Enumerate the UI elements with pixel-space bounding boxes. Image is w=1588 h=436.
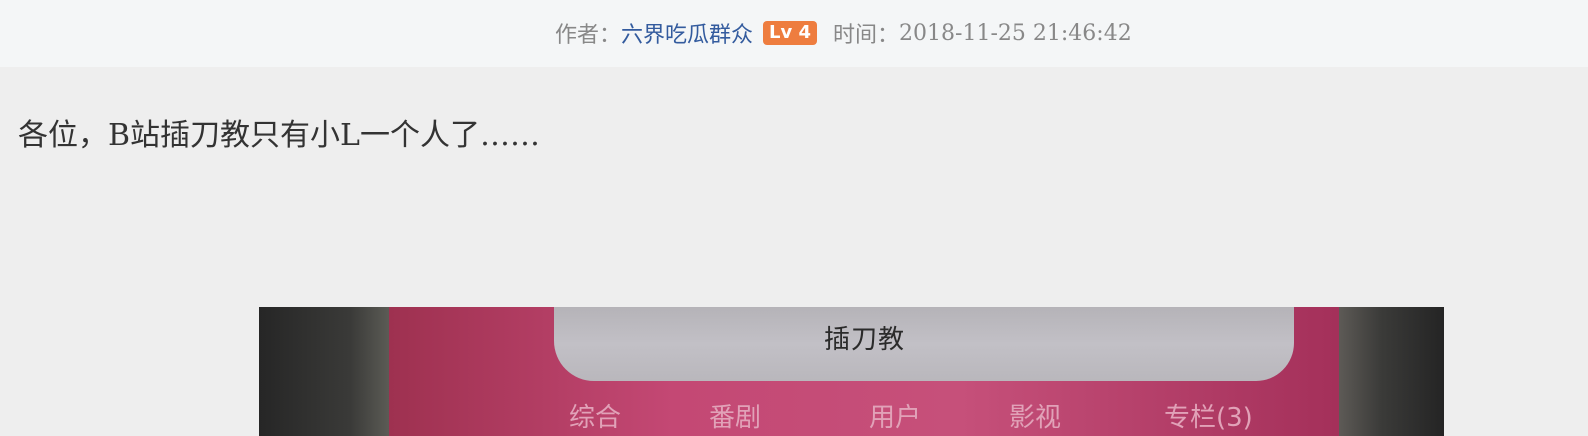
photo-tab-2: 番剧 [709, 403, 762, 433]
post-meta-bar: 作者： 六界吃瓜群众 Lv 4 时间： 2018-11-25 21:46:42 [0, 0, 1588, 67]
post-meta: 作者： 六界吃瓜群众 Lv 4 时间： 2018-11-25 21:46:42 [555, 17, 1132, 49]
search-bar: 插刀教 [554, 307, 1294, 381]
search-query-text: 插刀教 [824, 325, 906, 355]
photo-tab-4: 影视 [1009, 403, 1062, 433]
author-name-link[interactable]: 六界吃瓜群众 [621, 17, 753, 49]
level-badge: Lv 4 [763, 21, 818, 45]
phone-bezel-right [1339, 307, 1444, 436]
photo-tab-3: 用户 [869, 403, 922, 433]
post-title: 各位，B站插刀教只有小L一个人了…… [18, 118, 540, 153]
phone-bezel-left [259, 307, 389, 436]
author-label: 作者： [555, 23, 622, 48]
post-timestamp: 2018-11-25 21:46:42 [899, 20, 1132, 46]
post-image[interactable]: 取消 插刀教 综合 番剧 用户 影视 专栏(3) [259, 307, 1444, 436]
photo-tab-5: 专栏(3) [1164, 403, 1253, 433]
time-label: 时间： [833, 23, 900, 48]
photo-tab-1: 综合 [569, 403, 622, 433]
phone-screen: 取消 插刀教 综合 番剧 用户 影视 专栏(3) [389, 307, 1365, 436]
